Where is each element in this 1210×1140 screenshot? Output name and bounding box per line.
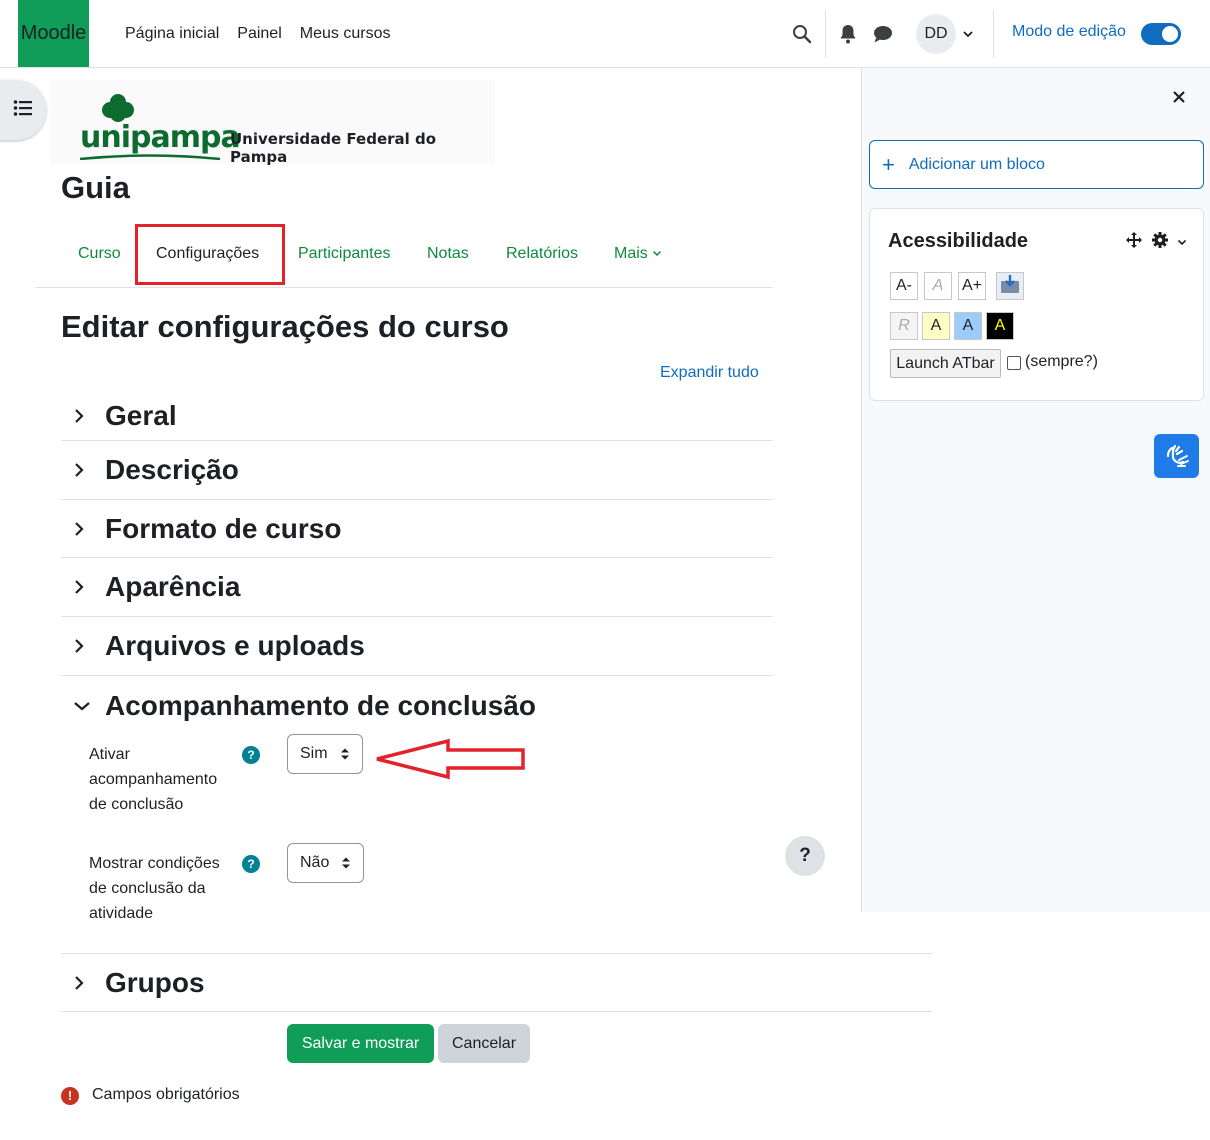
block-drawer: + Adicionar um bloco Acessibilidade A- A… xyxy=(861,68,1210,912)
chevron-right-icon xyxy=(61,521,105,537)
section-course-format-header[interactable]: Formato de curso xyxy=(61,500,773,558)
section-appearance-header[interactable]: Aparência xyxy=(61,558,773,617)
black-theme-button[interactable]: A xyxy=(986,312,1014,340)
gear-icon[interactable] xyxy=(1151,231,1169,254)
chevron-right-icon xyxy=(61,408,105,424)
section-title: Aparência xyxy=(105,571,241,602)
page-help-button[interactable]: ? xyxy=(785,836,825,876)
expand-all-link[interactable]: Expandir tudo xyxy=(660,364,759,382)
select-caret-icon xyxy=(342,857,351,869)
section-title: Arquivos e uploads xyxy=(105,630,365,661)
logo-swoosh xyxy=(80,154,220,160)
section-general-header[interactable]: Geral xyxy=(61,391,773,441)
reset-text-button[interactable]: A xyxy=(924,272,952,300)
show-completion-conditions-label: Mostrar condições de conclusão da ativid… xyxy=(89,855,220,922)
select-value: Não xyxy=(300,854,330,871)
list-icon xyxy=(13,99,33,122)
section-groups-header[interactable]: Grupos xyxy=(61,953,932,1012)
select-caret-icon xyxy=(340,748,349,760)
top-navbar: Moodle Página inicial Painel Meus cursos… xyxy=(0,0,1210,68)
moodle-logo[interactable]: Moodle xyxy=(18,0,89,67)
increase-text-button[interactable]: A+ xyxy=(958,272,986,300)
save-and-display-button[interactable]: Salvar e mostrar xyxy=(287,1024,434,1063)
navbar-divider xyxy=(825,10,826,58)
nav-home-link[interactable]: Página inicial xyxy=(116,25,228,43)
decrease-text-button[interactable]: A- xyxy=(890,272,918,300)
logo-wordmark: unipampa xyxy=(80,120,241,155)
chevron-right-icon xyxy=(61,975,105,991)
course-index-toggle[interactable] xyxy=(0,80,46,140)
cancel-button[interactable]: Cancelar xyxy=(438,1024,530,1063)
chevron-down-icon xyxy=(61,700,105,712)
block-title: Acessibilidade xyxy=(888,230,1029,252)
show-completion-conditions-select[interactable]: Não xyxy=(287,843,365,883)
launch-atbar-button[interactable]: Launch ATbar xyxy=(890,349,1001,378)
enable-completion-select[interactable]: Sim xyxy=(287,734,363,774)
always-checkbox[interactable] xyxy=(1007,356,1021,370)
course-title: Guia xyxy=(61,170,130,205)
annotation-arrow xyxy=(376,738,525,780)
section-title: Formato de curso xyxy=(105,512,342,544)
tab-grades[interactable]: Notas xyxy=(427,245,469,263)
chevron-right-icon xyxy=(61,638,105,654)
yellow-theme-button[interactable]: A xyxy=(922,312,950,340)
help-icon[interactable]: ? xyxy=(242,746,260,764)
close-icon[interactable] xyxy=(1172,90,1186,109)
edit-mode-label[interactable]: Modo de edição xyxy=(1012,23,1126,41)
section-title: Acompanhamento de conclusão xyxy=(105,690,536,721)
messages-chat-icon[interactable] xyxy=(871,22,895,46)
section-files-uploads-header[interactable]: Arquivos e uploads xyxy=(61,617,773,676)
reset-colors-button[interactable]: R xyxy=(890,312,918,340)
chevron-down-icon xyxy=(653,250,662,257)
blue-theme-button[interactable]: A xyxy=(954,312,982,340)
tab-reports[interactable]: Relatórios xyxy=(506,245,578,263)
section-title: Geral xyxy=(105,399,177,431)
notifications-bell-icon[interactable] xyxy=(836,22,860,46)
add-block-label: Adicionar um bloco xyxy=(908,155,1045,173)
sign-language-widget-icon[interactable] xyxy=(1154,434,1199,478)
chevron-right-icon xyxy=(61,579,105,595)
block-controls xyxy=(1125,231,1187,254)
add-block-button[interactable]: + Adicionar um bloco xyxy=(869,140,1204,189)
required-fields-note: Campos obrigatórios xyxy=(92,1086,240,1103)
chevron-down-icon[interactable] xyxy=(1177,234,1187,252)
navbar-divider xyxy=(993,10,994,58)
save-settings-icon[interactable] xyxy=(996,272,1024,300)
search-icon[interactable] xyxy=(790,22,814,46)
section-description-header[interactable]: Descrição xyxy=(61,441,773,500)
tab-more-label: Mais xyxy=(614,245,648,262)
secondary-navigation: Curso Configurações Participantes Notas … xyxy=(35,222,773,288)
enable-completion-label: Ativar acompanhamento de conclusão xyxy=(89,746,218,813)
chevron-right-icon xyxy=(61,462,105,478)
page-heading: Editar configurações do curso xyxy=(61,309,509,344)
plus-icon: + xyxy=(882,151,895,177)
tab-participants[interactable]: Participantes xyxy=(298,245,391,263)
tab-more[interactable]: Mais xyxy=(614,245,662,263)
help-icon[interactable]: ? xyxy=(242,855,260,873)
move-icon[interactable] xyxy=(1125,231,1143,254)
chevron-down-icon[interactable] xyxy=(962,27,974,45)
select-value: Sim xyxy=(300,745,328,762)
nav-my-courses-link[interactable]: Meus cursos xyxy=(291,25,400,43)
section-title: Descrição xyxy=(105,454,239,485)
primary-navigation: Página inicial Painel Meus cursos xyxy=(116,0,399,67)
edit-mode-toggle[interactable] xyxy=(1141,23,1181,45)
user-avatar[interactable]: DD xyxy=(916,14,956,54)
nav-dashboard-link[interactable]: Painel xyxy=(228,25,290,43)
tab-course[interactable]: Curso xyxy=(78,245,121,263)
section-completion-header[interactable]: Acompanhamento de conclusão xyxy=(61,676,773,736)
annotation-highlight-box xyxy=(135,224,285,285)
always-checkbox-label: (sempre?) xyxy=(1025,353,1098,370)
unipampa-logo: unipampa Universidade Federal do Pampa xyxy=(50,80,495,166)
accessibility-block: Acessibilidade A- A A+ R A A A Launch AT… xyxy=(869,208,1204,401)
logo-subtitle: Universidade Federal do Pampa xyxy=(230,130,437,166)
section-title: Grupos xyxy=(105,966,205,998)
required-icon: ! xyxy=(61,1087,79,1105)
